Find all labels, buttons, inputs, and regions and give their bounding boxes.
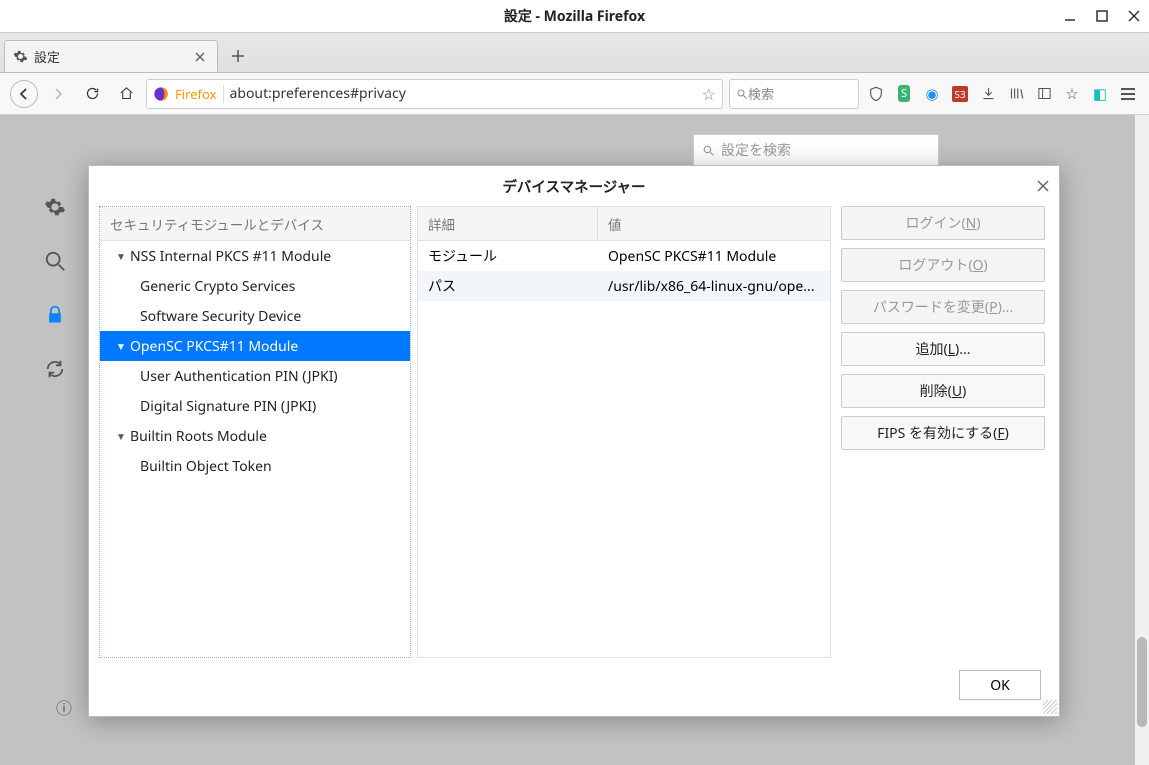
bookmarks-icon[interactable]: ☆ (1061, 83, 1083, 105)
extension-icon-1[interactable]: S (893, 83, 915, 105)
change-password-button[interactable]: パスワードを変更(P)... (841, 290, 1045, 324)
maximize-button[interactable] (1095, 9, 1109, 23)
url-text: about:preferences#privacy (230, 84, 696, 103)
detail-header: 詳細 (418, 207, 598, 240)
tree-item[interactable]: Builtin Object Token (100, 451, 410, 481)
tree-item-label: Digital Signature PIN (JPKI) (140, 397, 316, 416)
minimize-button[interactable] (1063, 9, 1077, 23)
unload-button[interactable]: 削除(U) (841, 374, 1045, 408)
tree-item-label: NSS Internal PKCS #11 Module (130, 247, 331, 266)
reload-button[interactable] (78, 80, 106, 108)
forward-button[interactable] (44, 80, 72, 108)
help-icon[interactable]: ⓘ (56, 695, 72, 719)
logout-button[interactable]: ログアウト(O) (841, 248, 1045, 282)
scrollbar-thumb[interactable] (1137, 637, 1147, 727)
detail-row-module[interactable]: モジュール OpenSC PKCS#11 Module (418, 241, 830, 271)
bookmark-star-icon[interactable]: ☆ (702, 83, 716, 105)
back-button[interactable] (10, 80, 38, 108)
url-bar[interactable]: Firefox about:preferences#privacy ☆ (146, 79, 723, 109)
sidebar-icon[interactable] (1033, 83, 1055, 105)
tab-preferences[interactable]: 設定 (4, 40, 218, 72)
fips-button[interactable]: FIPS を有効にする(F) (841, 416, 1045, 450)
value-header: 値 (598, 207, 830, 240)
tree-item[interactable]: Software Security Device (100, 301, 410, 331)
category-search-icon[interactable] (42, 248, 68, 274)
dialog-footer: OK (89, 658, 1059, 716)
tree-item[interactable]: ▼ OpenSC PKCS#11 Module (100, 331, 410, 361)
tree-item[interactable]: User Authentication PIN (JPKI) (100, 361, 410, 391)
page-scrollbar[interactable] (1135, 115, 1149, 765)
preferences-search-input[interactable]: 設定を検索 (693, 134, 939, 166)
tracking-protection-icon[interactable] (865, 83, 887, 105)
tab-label: 設定 (34, 47, 191, 66)
extension-icon-2[interactable]: ◉ (921, 83, 943, 105)
search-icon (702, 144, 715, 157)
tree-item-label: Generic Crypto Services (140, 277, 295, 296)
detail-value: /usr/lib/x86_64-linux-gnu/ope... (598, 277, 830, 296)
dialog-header: デバイスマネージャー (89, 166, 1059, 206)
twisty-icon: ▼ (116, 249, 126, 263)
home-button[interactable] (112, 80, 140, 108)
new-tab-button[interactable] (224, 42, 252, 70)
twisty-icon: ▼ (116, 429, 126, 443)
tree-item-label: Software Security Device (140, 307, 301, 326)
tree-item[interactable]: Generic Crypto Services (100, 271, 410, 301)
resize-grip-icon[interactable] (1043, 700, 1057, 714)
login-button[interactable]: ログイン(N) (841, 206, 1045, 240)
ok-button[interactable]: OK (959, 670, 1041, 700)
device-manager-dialog: デバイスマネージャー セキュリティモジュールとデバイス ▼ NSS Interna… (88, 165, 1060, 717)
pocket-icon[interactable]: ◧ (1089, 83, 1111, 105)
tree-item[interactable]: ▼ NSS Internal PKCS #11 Module (100, 241, 410, 271)
window-title: 設定 - Mozilla Firefox (504, 6, 645, 26)
prefs-category-sidebar (42, 194, 82, 382)
dialog-close-button[interactable] (1037, 180, 1049, 192)
search-placeholder: 検索 (748, 84, 774, 103)
nav-toolbar: Firefox about:preferences#privacy ☆ 検索 S… (0, 73, 1149, 115)
category-general-icon[interactable] (42, 194, 68, 220)
load-button[interactable]: 追加(L)... (841, 332, 1045, 366)
tree-item-label: User Authentication PIN (JPKI) (140, 367, 338, 386)
prefs-search-placeholder: 設定を検索 (721, 140, 791, 160)
search-box[interactable]: 検索 (729, 79, 859, 109)
downloads-icon[interactable] (977, 83, 999, 105)
close-window-button[interactable] (1127, 9, 1141, 23)
module-tree: セキュリティモジュールとデバイス ▼ NSS Internal PKCS #11 … (99, 206, 411, 658)
detail-pane: 詳細 値 モジュール OpenSC PKCS#11 Module パス /usr… (417, 206, 831, 658)
tree-item-label: OpenSC PKCS#11 Module (130, 337, 298, 356)
gear-icon (13, 49, 28, 64)
detail-value: OpenSC PKCS#11 Module (598, 247, 830, 266)
window-titlebar: 設定 - Mozilla Firefox (0, 0, 1149, 33)
tree-item[interactable]: ▼ Builtin Roots Module (100, 421, 410, 451)
tab-strip: 設定 (0, 33, 1149, 73)
tree-item-label: Builtin Roots Module (130, 427, 267, 446)
url-brand: Firefox (175, 85, 224, 103)
tab-close-button[interactable] (191, 48, 209, 66)
category-sync-icon[interactable] (42, 356, 68, 382)
dialog-button-column: ログイン(N) ログアウト(O) パスワードを変更(P)... 追加(L)...… (837, 206, 1049, 658)
detail-row-path[interactable]: パス /usr/lib/x86_64-linux-gnu/ope... (418, 271, 830, 301)
search-icon (736, 88, 748, 100)
firefox-logo-icon (153, 86, 169, 102)
tree-header: セキュリティモジュールとデバイス (100, 207, 410, 241)
app-menu-button[interactable] (1117, 83, 1139, 105)
detail-label: パス (418, 276, 598, 296)
dialog-title: デバイスマネージャー (502, 176, 645, 197)
detail-label: モジュール (418, 246, 598, 266)
extension-icon-3[interactable]: S3 (949, 83, 971, 105)
tree-item-label: Builtin Object Token (140, 457, 272, 476)
category-privacy-icon[interactable] (42, 302, 68, 328)
library-icon[interactable] (1005, 83, 1027, 105)
tree-item[interactable]: Digital Signature PIN (JPKI) (100, 391, 410, 421)
twisty-icon: ▼ (116, 339, 126, 353)
